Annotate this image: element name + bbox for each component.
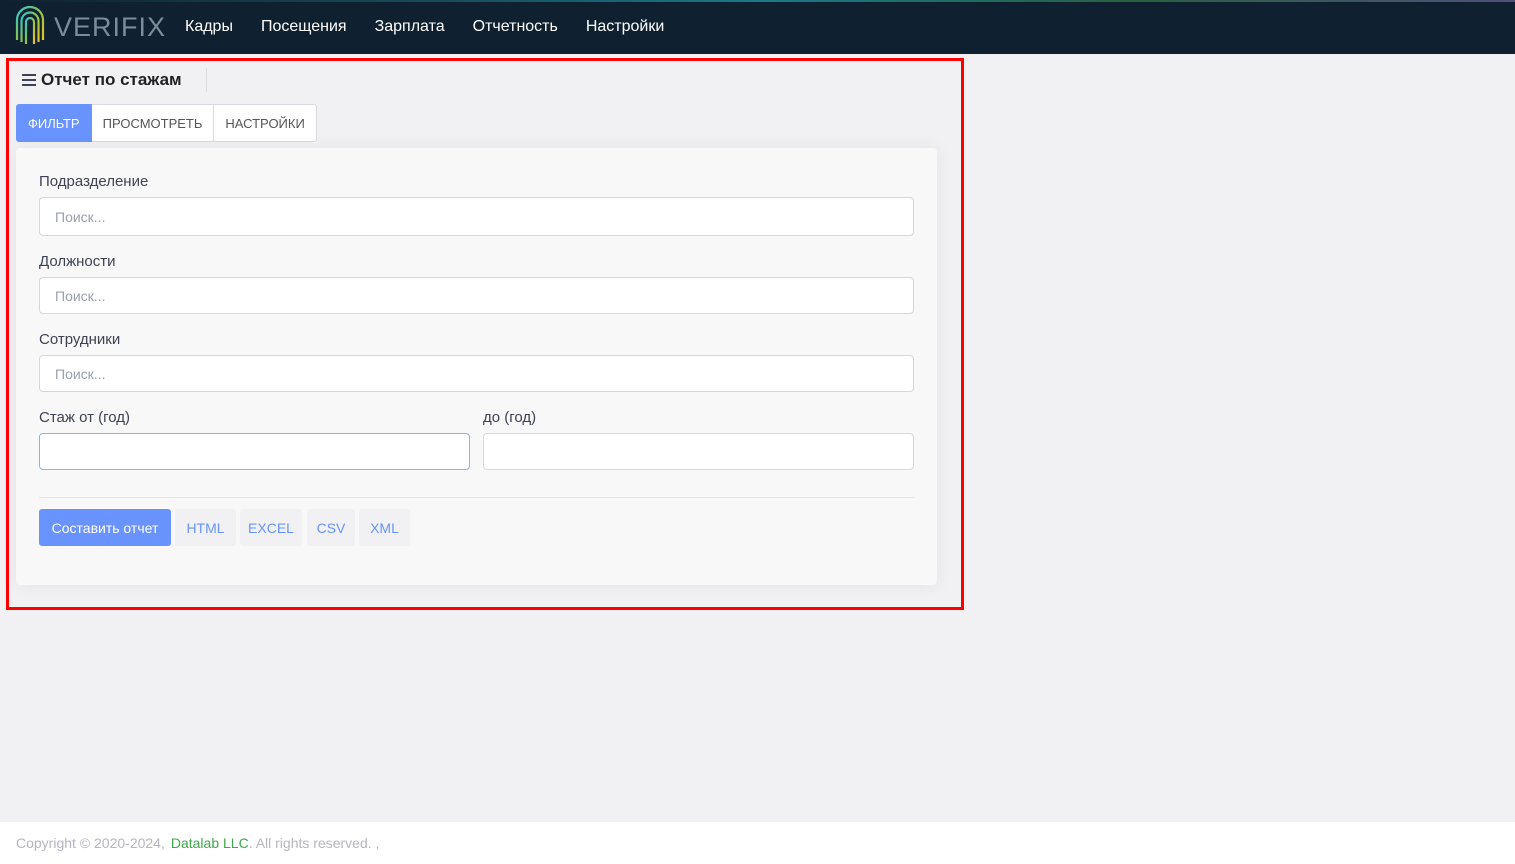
division-label: Подразделение bbox=[39, 173, 149, 190]
export-xml-button[interactable]: XML bbox=[359, 509, 410, 546]
nav-item-staff[interactable]: Кадры bbox=[171, 18, 247, 36]
header-divider bbox=[206, 68, 207, 92]
footer-rights: . All rights reserved. , bbox=[248, 835, 380, 851]
fingerprint-logo-icon bbox=[15, 6, 45, 46]
employees-label: Сотрудники bbox=[39, 331, 121, 348]
footer-copyright: Copyright © 2020-2024, bbox=[16, 835, 165, 851]
division-search-input[interactable]: Поиск... bbox=[39, 197, 914, 236]
top-navbar: VERIFIX Кадры Посещения Зарплата Отчетно… bbox=[0, 0, 1515, 54]
logo[interactable]: VERIFIX bbox=[14, 5, 166, 49]
tab-filter[interactable]: ФИЛЬТР bbox=[16, 104, 92, 142]
positions-search-input[interactable]: Поиск... bbox=[39, 277, 914, 314]
nav-item-attendance[interactable]: Посещения bbox=[247, 18, 361, 36]
nav-item-reports[interactable]: Отчетность bbox=[459, 18, 572, 36]
footer-company-link[interactable]: Datalab LLC bbox=[171, 835, 249, 851]
menu-icon[interactable] bbox=[22, 74, 36, 86]
main-menu: Кадры Посещения Зарплата Отчетность Наст… bbox=[171, 0, 678, 54]
tenure-from-input[interactable] bbox=[39, 433, 470, 470]
actions-divider bbox=[39, 497, 914, 498]
page-header: Отчет по стажам bbox=[22, 67, 182, 93]
tenure-to-input[interactable] bbox=[483, 433, 914, 470]
build-report-button[interactable]: Составить отчет bbox=[39, 509, 171, 546]
nav-item-settings[interactable]: Настройки bbox=[572, 18, 678, 36]
logo-text: VERIFIX bbox=[54, 11, 167, 42]
export-html-button[interactable]: HTML bbox=[175, 509, 236, 546]
report-tabs: ФИЛЬТР ПРОСМОТРЕТЬ НАСТРОЙКИ bbox=[16, 104, 317, 142]
nav-item-salary[interactable]: Зарплата bbox=[361, 18, 459, 36]
page-title: Отчет по стажам bbox=[41, 70, 182, 89]
export-excel-button[interactable]: EXCEL bbox=[240, 509, 302, 546]
export-csv-button[interactable]: CSV bbox=[307, 509, 355, 546]
tenure-from-label: Стаж от (год) bbox=[39, 409, 131, 426]
footer: Copyright © 2020-2024, Datalab LLC . All… bbox=[0, 822, 1515, 864]
tab-settings[interactable]: НАСТРОЙКИ bbox=[214, 104, 317, 142]
tab-view[interactable]: ПРОСМОТРЕТЬ bbox=[91, 104, 215, 142]
employees-search-input[interactable]: Поиск... bbox=[39, 355, 914, 392]
filter-card: Подразделение Поиск... Должности Поиск..… bbox=[16, 148, 937, 585]
tenure-to-label: до (год) bbox=[483, 409, 537, 426]
positions-label: Должности bbox=[39, 253, 116, 270]
